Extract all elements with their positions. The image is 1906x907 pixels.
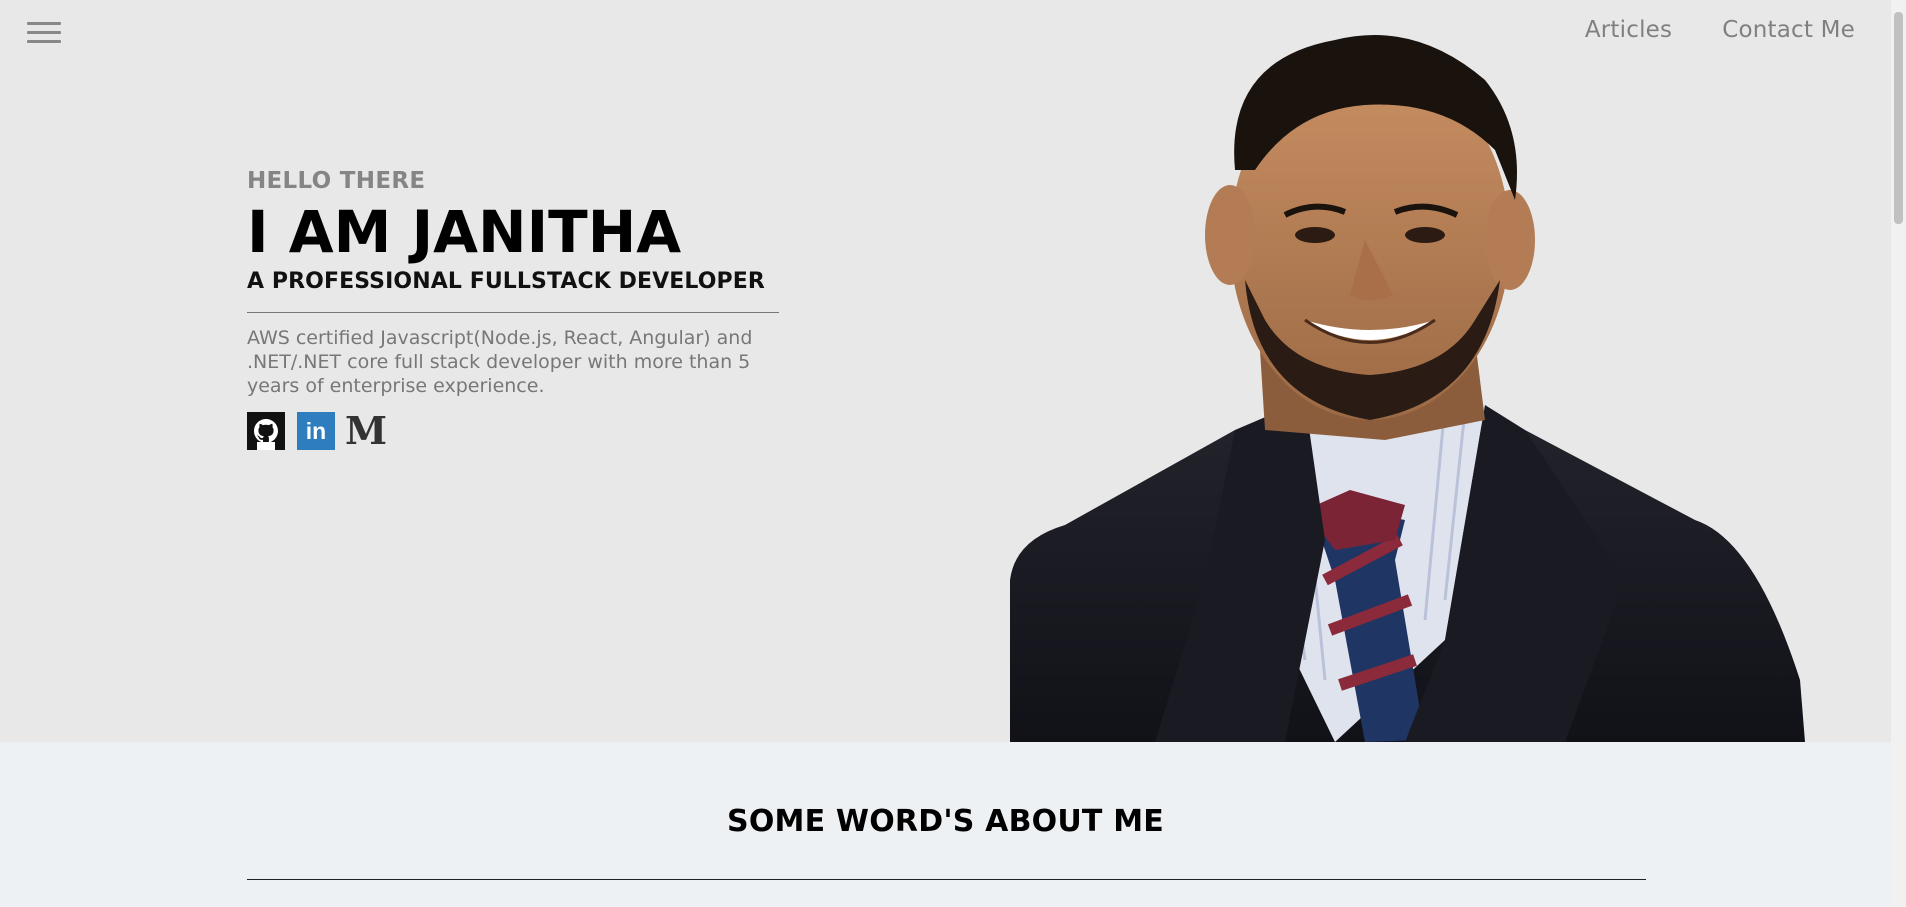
bio-text: AWS certified Javascript(Node.js, React,… — [247, 327, 753, 397]
medium-label: M — [344, 408, 388, 453]
about-heading: SOME WORD'S ABOUT ME — [727, 804, 1164, 839]
hero-section: Articles Contact Me HELLO THERE I AM JAN… — [0, 0, 1891, 742]
about-divider — [247, 879, 1646, 880]
greeting-text: HELLO THERE — [247, 168, 426, 194]
linkedin-icon[interactable]: in — [297, 412, 335, 450]
github-icon[interactable] — [247, 412, 285, 450]
linkedin-label: in — [305, 417, 327, 444]
intro-block: HELLO THERE I AM JANITHA A PROFESSIONAL … — [247, 168, 779, 450]
portrait-photo — [1010, 35, 1805, 742]
social-links: in M — [247, 412, 779, 450]
page-scrollbar[interactable] — [1891, 0, 1906, 907]
about-section: SOME WORD'S ABOUT ME — [0, 742, 1891, 907]
hero-name-heading: I AM JANITHA — [247, 198, 682, 266]
hamburger-menu-icon[interactable] — [27, 20, 61, 48]
intro-divider — [247, 312, 779, 313]
role-subtitle: A PROFESSIONAL FULLSTACK DEVELOPER — [247, 269, 765, 294]
page: Articles Contact Me HELLO THERE I AM JAN… — [0, 0, 1906, 907]
medium-icon[interactable]: M — [344, 408, 388, 453]
scrollbar-thumb[interactable] — [1894, 12, 1903, 224]
